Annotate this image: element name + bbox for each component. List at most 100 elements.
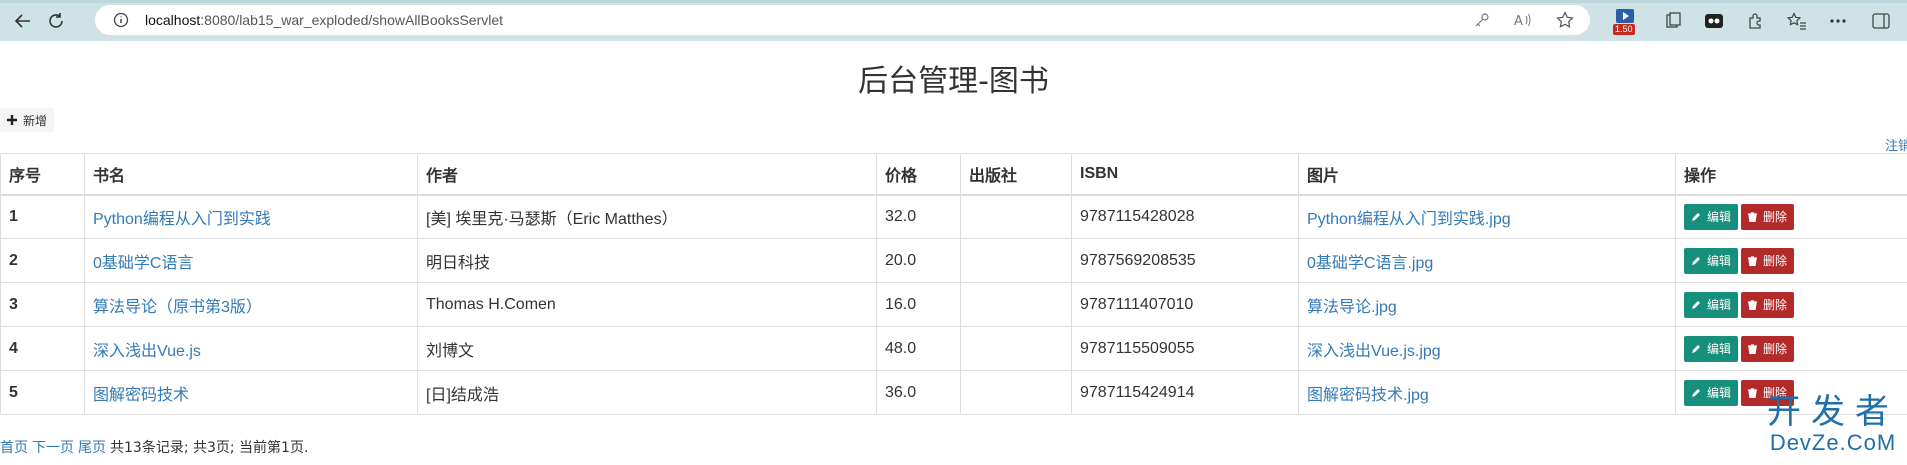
back-button[interactable] xyxy=(10,8,36,34)
page-title: 后台管理-图书 xyxy=(858,64,1049,99)
trash-icon xyxy=(1748,299,1758,310)
cell-index: 2 xyxy=(0,238,85,283)
col-header-isbn: ISBN xyxy=(1071,153,1299,196)
edit-button[interactable]: 编辑 xyxy=(1684,203,1739,230)
pencil-icon xyxy=(1692,300,1700,309)
trash-icon xyxy=(1748,387,1758,398)
address-bar[interactable]: localhost:8080/lab15_war_exploded/showAl… xyxy=(95,5,1590,35)
site-info-icon[interactable] xyxy=(113,12,129,28)
pencil-icon xyxy=(1692,256,1700,265)
table-header-row: 序号 书名 作者 价格 出版社 ISBN 图片 操作 xyxy=(0,153,1907,196)
next-page-link[interactable]: 下一页 xyxy=(32,440,74,456)
book-title-link[interactable]: Python编程从入门到实践 xyxy=(93,211,271,228)
favorite-star-icon[interactable] xyxy=(1556,11,1574,34)
logout-link[interactable]: 注销 xyxy=(1885,135,1907,154)
edit-button[interactable]: 编辑 xyxy=(1684,335,1739,362)
table-row: 3 算法导论（原书第3版） Thomas H.Comen 16.0 978711… xyxy=(0,282,1907,327)
svg-text:A: A xyxy=(1514,14,1523,28)
read-aloud-icon[interactable]: A xyxy=(1514,12,1532,33)
edit-label: 编辑 xyxy=(1707,298,1732,312)
cell-title: 图解密码技术 xyxy=(84,370,418,415)
watermark: 开发者 DevZe.CoM xyxy=(1767,394,1899,456)
col-header-index: 序号 xyxy=(0,153,85,196)
pencil-icon xyxy=(1692,344,1700,353)
cell-index: 4 xyxy=(0,326,85,371)
edit-label: 编辑 xyxy=(1707,254,1732,268)
plus-icon xyxy=(7,115,17,125)
book-title-link[interactable]: 算法导论（原书第3版） xyxy=(93,299,262,316)
watermark-cn: 开发者 xyxy=(1767,392,1899,432)
cell-actions: 编辑 删除 xyxy=(1675,194,1907,239)
collections-icon[interactable] xyxy=(1661,9,1685,33)
cell-price: 36.0 xyxy=(876,370,961,415)
extensions-puzzle-icon[interactable] xyxy=(1744,9,1768,33)
book-image-link[interactable]: 0基础学C语言.jpg xyxy=(1307,255,1433,272)
edit-button[interactable]: 编辑 xyxy=(1684,291,1739,318)
book-image-link[interactable]: Python编程从入门到实践.jpg xyxy=(1307,211,1511,228)
col-header-actions: 操作 xyxy=(1675,153,1907,196)
cell-author: 明日科技 xyxy=(417,238,877,283)
first-page-link[interactable]: 首页 xyxy=(0,440,28,456)
book-image-link[interactable]: 算法导论.jpg xyxy=(1307,299,1397,316)
url-text[interactable]: localhost:8080/lab15_war_exploded/showAl… xyxy=(145,12,503,28)
pagination: 首页 下一页 尾页 共13条记录; 共3页; 当前第1页. xyxy=(0,437,308,457)
reload-button[interactable] xyxy=(43,8,69,34)
tab-strip-edge xyxy=(0,0,1907,3)
cell-index: 5 xyxy=(0,370,85,415)
cell-publisher xyxy=(960,370,1072,415)
cell-title: 算法导论（原书第3版） xyxy=(84,282,418,327)
delete-button[interactable]: 删除 xyxy=(1741,203,1795,230)
trash-icon xyxy=(1748,343,1758,354)
extension-glasses-icon[interactable] xyxy=(1702,9,1726,33)
cell-isbn: 9787115424914 xyxy=(1071,370,1299,415)
book-title-link[interactable]: 图解密码技术 xyxy=(93,387,189,404)
cell-index: 3 xyxy=(0,282,85,327)
speed-badge: 1.50 xyxy=(1613,24,1635,35)
cell-image: 0基础学C语言.jpg xyxy=(1298,238,1676,283)
col-header-image: 图片 xyxy=(1298,153,1676,196)
pencil-icon xyxy=(1692,388,1700,397)
cell-isbn: 9787569208535 xyxy=(1071,238,1299,283)
table-row: 1 Python编程从入门到实践 [美] 埃里克·马瑟斯（Eric Matthe… xyxy=(0,194,1907,239)
more-options-icon[interactable] xyxy=(1826,9,1850,33)
book-image-link[interactable]: 图解密码技术.jpg xyxy=(1307,387,1429,404)
cell-publisher xyxy=(960,282,1072,327)
pagination-summary: 共13条记录; 共3页; 当前第1页. xyxy=(110,440,309,456)
cell-publisher xyxy=(960,194,1072,239)
cell-image: 算法导论.jpg xyxy=(1298,282,1676,327)
book-title-link[interactable]: 0基础学C语言 xyxy=(93,255,193,272)
add-book-label: 新增 xyxy=(23,113,48,128)
cell-price: 48.0 xyxy=(876,326,961,371)
trash-icon xyxy=(1748,255,1758,266)
col-header-author: 作者 xyxy=(417,153,877,196)
cell-publisher xyxy=(960,326,1072,371)
cell-actions: 编辑 删除 xyxy=(1675,238,1907,283)
add-book-button[interactable]: 新增 xyxy=(0,108,55,132)
cell-index: 1 xyxy=(0,194,85,239)
table-row: 5 图解密码技术 [日]结成浩 36.0 9787115424914 图解密码技… xyxy=(0,370,1907,415)
col-header-price: 价格 xyxy=(876,153,961,196)
watermark-en: DevZe.CoM xyxy=(1769,430,1897,455)
edit-button[interactable]: 编辑 xyxy=(1684,379,1739,406)
delete-button[interactable]: 删除 xyxy=(1741,291,1795,318)
cell-isbn: 9787111407010 xyxy=(1071,282,1299,327)
extension-speed-button[interactable]: 1.50 xyxy=(1613,7,1639,35)
edit-button[interactable]: 编辑 xyxy=(1684,247,1739,274)
cell-title: 深入浅出Vue.js xyxy=(84,326,418,371)
table-row: 4 深入浅出Vue.js 刘博文 48.0 9787115509055 深入浅出… xyxy=(0,326,1907,371)
pencil-icon xyxy=(1692,212,1700,221)
edit-label: 编辑 xyxy=(1707,386,1732,400)
book-title-link[interactable]: 深入浅出Vue.js xyxy=(93,343,201,360)
delete-label: 删除 xyxy=(1763,254,1788,268)
last-page-link[interactable]: 尾页 xyxy=(78,440,106,456)
edit-label: 编辑 xyxy=(1707,210,1732,225)
sidebar-toggle-icon[interactable] xyxy=(1869,9,1893,33)
cell-price: 20.0 xyxy=(876,238,961,283)
key-icon[interactable] xyxy=(1474,12,1490,33)
book-image-link[interactable]: 深入浅出Vue.js.jpg xyxy=(1307,343,1441,360)
favorites-list-icon[interactable] xyxy=(1785,9,1809,33)
delete-button[interactable]: 删除 xyxy=(1741,247,1795,274)
delete-label: 删除 xyxy=(1763,342,1788,356)
books-table: 序号 书名 作者 价格 出版社 ISBN 图片 操作 1 Python编程从入门… xyxy=(0,153,1907,415)
delete-button[interactable]: 删除 xyxy=(1741,335,1795,362)
